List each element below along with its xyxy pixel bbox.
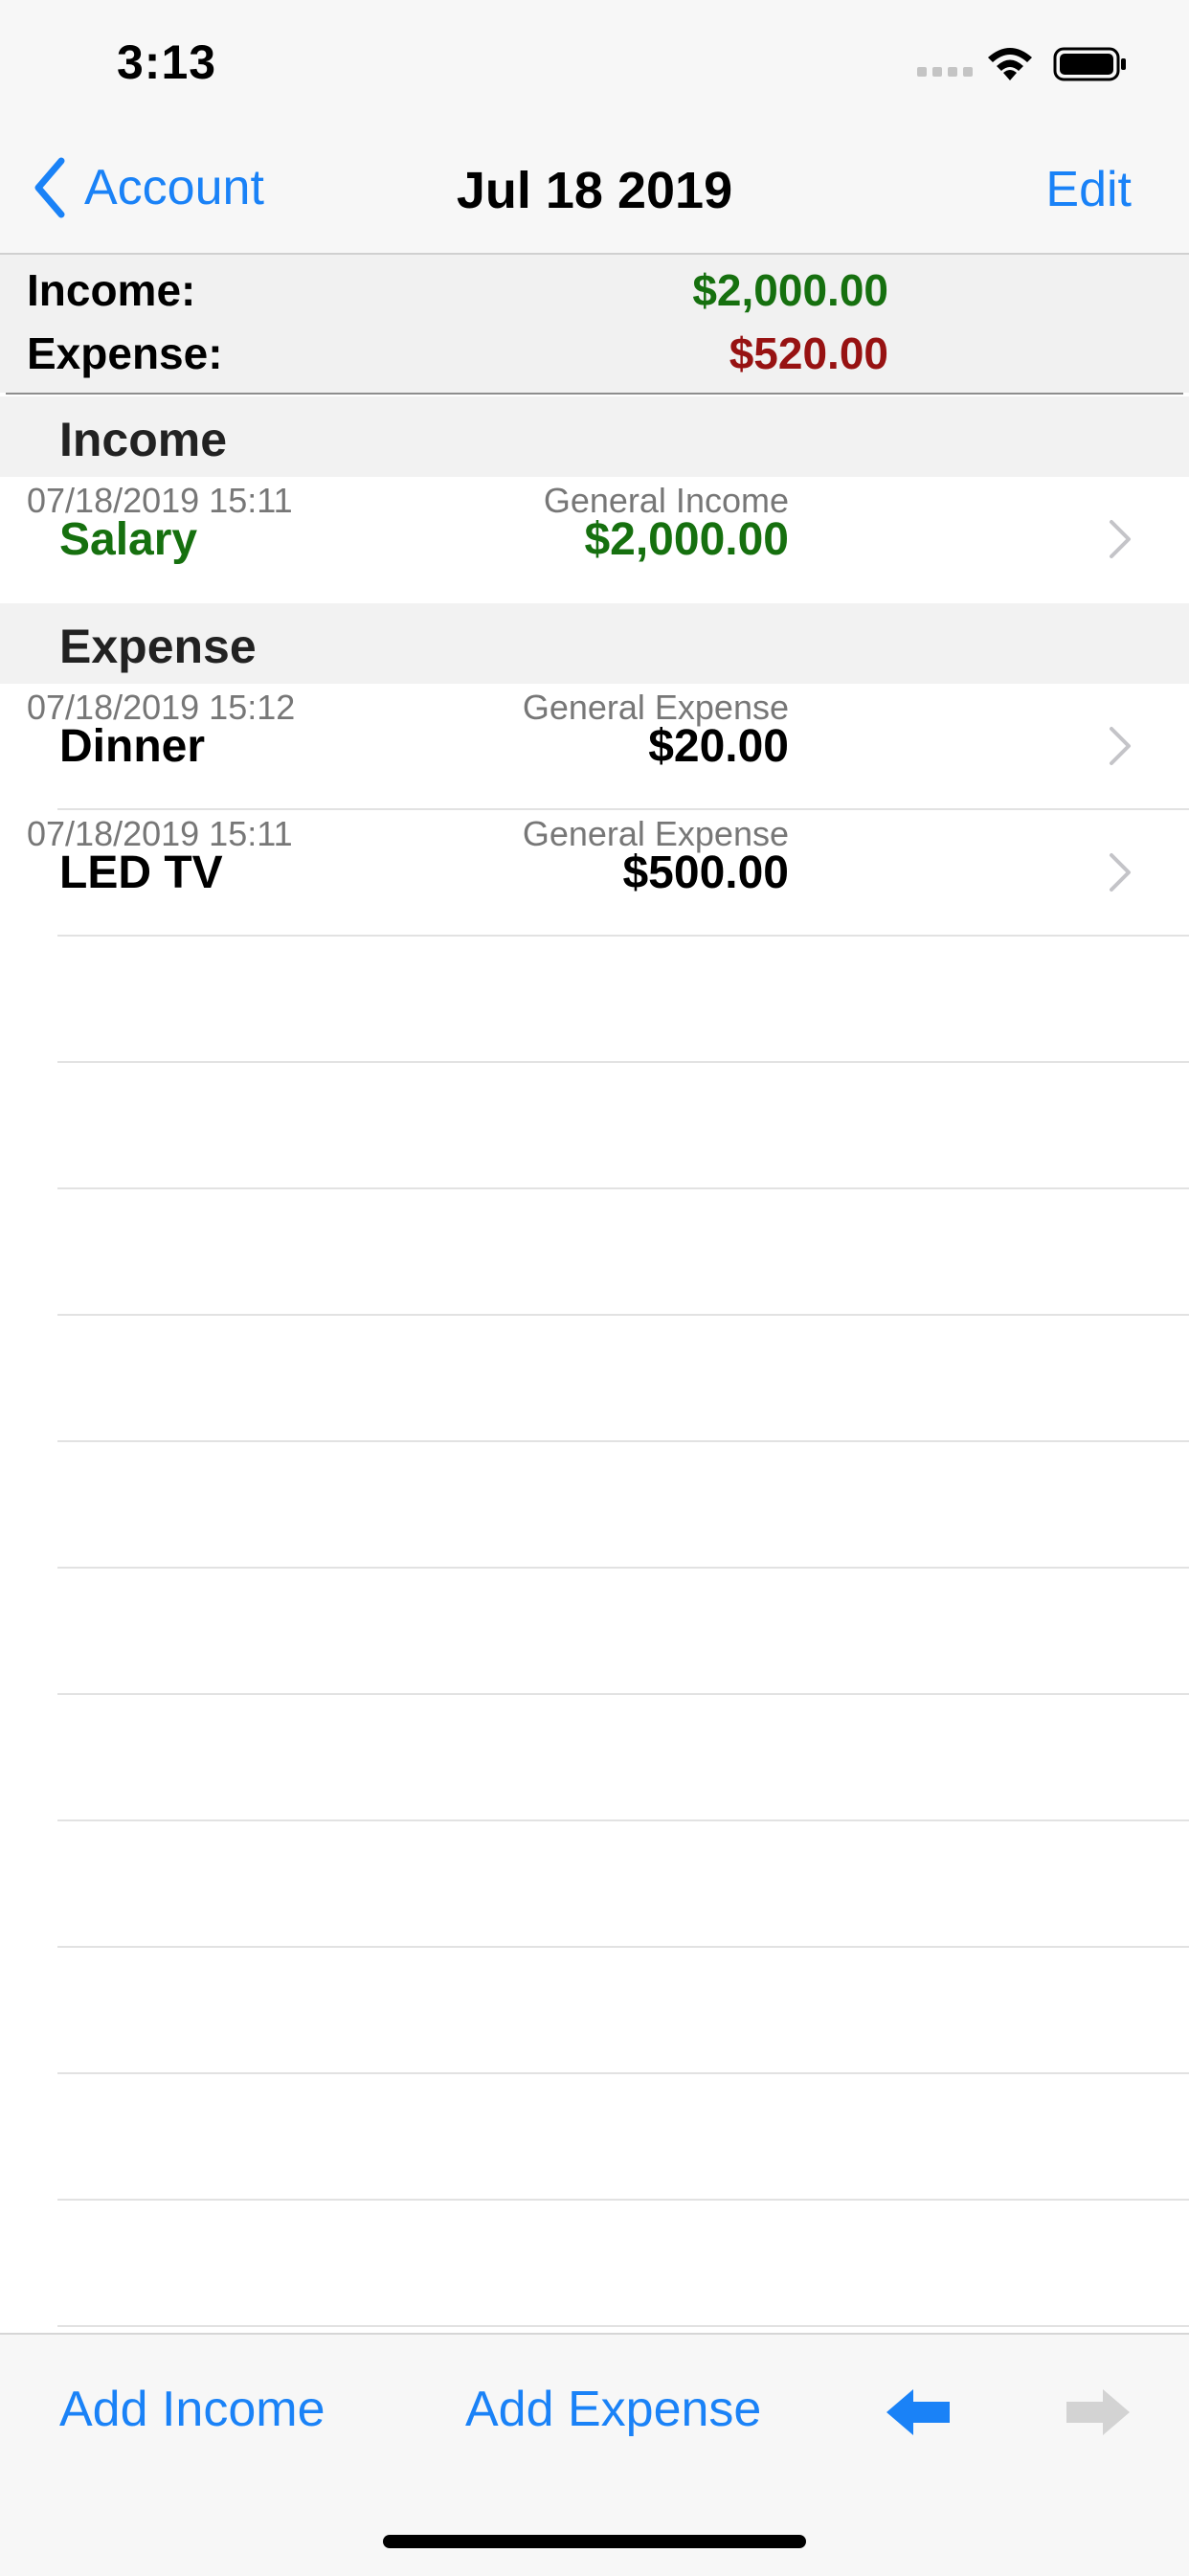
row-separator [57, 935, 1189, 937]
row-separator [57, 1693, 1189, 1695]
home-indicator [383, 2535, 806, 2548]
section-title: Income [59, 413, 228, 466]
income-total-label: Income: [27, 265, 196, 315]
chevron-right-icon [1110, 727, 1131, 765]
arrow-right-icon [1066, 2389, 1130, 2435]
row-separator [57, 1061, 1189, 1063]
row-separator [57, 1946, 1189, 1948]
chevron-right-icon [1110, 853, 1131, 892]
section-header-expense: Expense [0, 603, 1189, 684]
add-expense-button[interactable]: Add Expense [465, 2381, 761, 2438]
add-income-button[interactable]: Add Income [59, 2381, 325, 2438]
transaction-row[interactable]: 07/18/2019 15:12 General Expense Dinner … [0, 684, 1189, 810]
wifi-icon [988, 48, 1032, 80]
row-separator [57, 1819, 1189, 1821]
transaction-row[interactable]: 07/18/2019 15:11 General Income Salary $… [0, 477, 1189, 603]
section-title: Expense [59, 620, 257, 673]
transaction-row[interactable]: 07/18/2019 15:11 General Expense LED TV … [0, 810, 1189, 937]
row-separator [57, 1567, 1189, 1569]
row-separator [57, 2325, 1189, 2327]
cellular-signal-icon [917, 67, 973, 79]
edit-button[interactable]: Edit [1045, 161, 1132, 218]
transaction-name: LED TV [59, 847, 223, 898]
transaction-amount: $20.00 [648, 721, 789, 772]
row-separator [57, 1187, 1189, 1189]
expense-total-label: Expense: [27, 328, 223, 378]
row-separator [57, 2072, 1189, 2074]
transaction-name: Salary [59, 514, 198, 565]
row-separator [57, 2199, 1189, 2201]
arrow-left-icon[interactable] [885, 2386, 952, 2438]
page-title: Jul 18 2019 [456, 162, 733, 219]
transaction-amount: $500.00 [622, 847, 789, 898]
transaction-name: Dinner [59, 721, 206, 772]
battery-icon [1053, 47, 1126, 81]
chevron-right-icon [1110, 520, 1131, 558]
row-separator [57, 1314, 1189, 1316]
expense-total-value: $520.00 [729, 328, 888, 378]
status-time: 3:13 [117, 35, 217, 89]
transaction-amount: $2,000.00 [584, 514, 789, 565]
summary-divider [6, 393, 1183, 395]
section-header-income: Income [0, 396, 1189, 477]
income-total-value: $2,000.00 [692, 265, 888, 315]
row-separator [57, 1440, 1189, 1442]
